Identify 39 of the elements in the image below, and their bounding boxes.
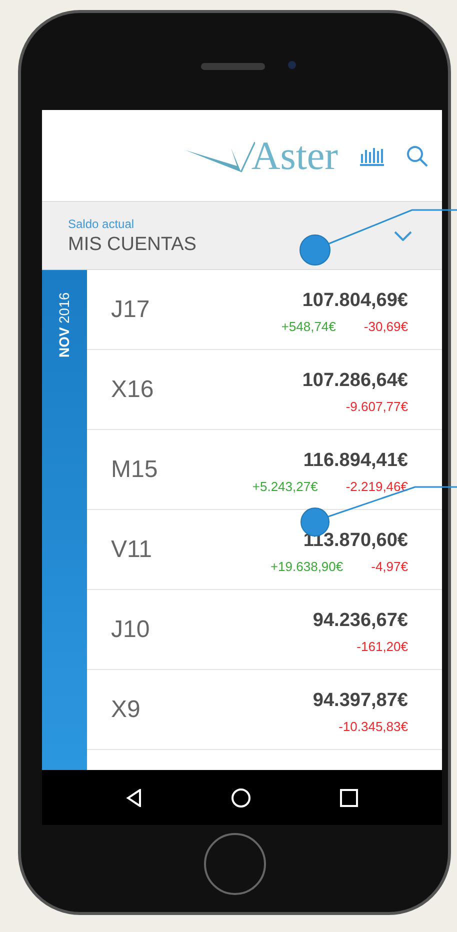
- balance-amount: 107.286,64€: [302, 370, 408, 390]
- expense-amount: -10.345,83€: [338, 720, 408, 732]
- balance-amount: 116.894,41€: [303, 450, 408, 470]
- day-row[interactable]: J17 107.804,69€ +548,74€ -30,69€: [87, 270, 442, 350]
- day-label: X16: [111, 374, 154, 404]
- day-label: V11: [111, 534, 152, 564]
- account-label: Saldo actual: [68, 216, 136, 233]
- day-row[interactable]: X16 107.286,64€ -9.607,77€: [87, 350, 442, 430]
- recents-icon[interactable]: [340, 788, 358, 806]
- back-icon[interactable]: [126, 788, 142, 806]
- home-button[interactable]: [204, 833, 266, 895]
- balance-amount: 94.397,87€: [312, 690, 408, 710]
- balance-amount: 113.870,60€: [303, 530, 408, 550]
- day-row[interactable]: X9 94.397,87€ -10.345,83€: [87, 670, 442, 750]
- day-label: J17: [111, 294, 150, 324]
- day-row[interactable]: J10 94.236,67€ -161,20€: [87, 590, 442, 670]
- bar-chart-icon[interactable]: [360, 146, 384, 166]
- account-name: MIS CUENTAS: [68, 232, 196, 256]
- day-label: X9: [111, 694, 140, 724]
- expense-amount: -2.219,46€: [346, 480, 408, 492]
- expense-amount: -30,69€: [364, 320, 408, 332]
- expense-amount: -9.607,77€: [346, 400, 408, 412]
- balance-amount: 94.236,67€: [312, 610, 408, 630]
- chevron-down-icon: [394, 230, 412, 240]
- day-label: J10: [111, 614, 150, 644]
- income-amount: +5.243,27€: [252, 480, 318, 492]
- balance-amount: 107.804,69€: [302, 290, 408, 310]
- search-icon[interactable]: [406, 144, 428, 166]
- month-label: NOV: [55, 327, 73, 358]
- account-selector[interactable]: Saldo actual MIS CUENTAS: [42, 202, 442, 270]
- income-amount: +19.638,90€: [270, 560, 344, 572]
- year-label: 2016: [55, 292, 73, 324]
- day-label: M15: [111, 454, 158, 484]
- home-icon[interactable]: [230, 788, 251, 808]
- expense-amount: -161,20€: [356, 640, 408, 652]
- speaker-slot: [201, 63, 265, 70]
- app-logo-text: Aster: [251, 136, 338, 176]
- income-amount: +548,74€: [281, 320, 336, 332]
- expense-amount: -4,97€: [371, 560, 408, 572]
